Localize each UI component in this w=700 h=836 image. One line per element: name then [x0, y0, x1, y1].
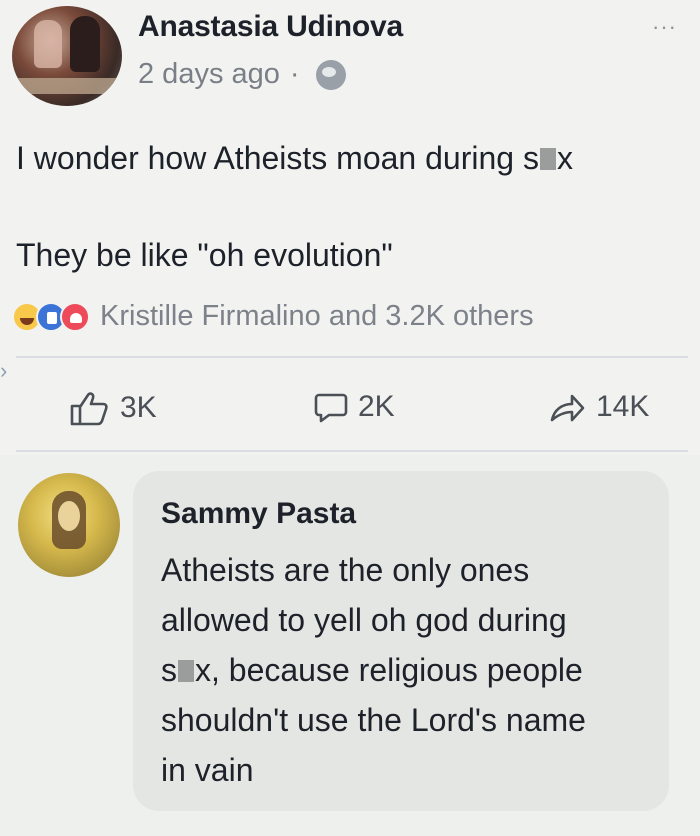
meta-separator: ·	[289, 58, 300, 90]
censor-block	[178, 660, 194, 682]
reactions-divider	[16, 356, 688, 358]
post-text-line-1: I wonder how Atheists moan during s x	[16, 140, 573, 177]
reactions-summary[interactable]: Kristille Firmalino and 3.2K others	[12, 300, 534, 333]
post-author-name[interactable]: Anastasia Udinova	[138, 10, 403, 44]
post-meta: 2 days ago ·	[138, 58, 346, 91]
commenter-avatar[interactable]	[18, 473, 120, 577]
thumbs-up-icon	[70, 392, 108, 426]
share-icon	[550, 394, 585, 422]
comment-line-3-end: x, because religious people	[195, 652, 583, 688]
share-count: 14K	[596, 390, 650, 423]
comment-row: Sammy Pasta Atheists are the only ones a…	[0, 465, 700, 825]
avatar-caption-band	[12, 78, 122, 94]
like-count: 3K	[120, 391, 157, 424]
post-card: Anastasia Udinova 2 days ago · ··· I won…	[0, 0, 700, 455]
comment-text: Atheists are the only ones allowed to ye…	[161, 545, 661, 795]
comment-line-3: s x, because religious people	[161, 645, 661, 695]
comment-line-3-start: s	[161, 652, 177, 688]
comment-line-5: in vain	[161, 752, 254, 788]
more-options-icon[interactable]: ···	[652, 14, 677, 40]
love-reaction-icon	[60, 301, 90, 332]
comment-bubble: Sammy Pasta Atheists are the only ones a…	[133, 471, 669, 811]
post-actions-bar: 3K 2K 14K	[0, 372, 700, 442]
actions-divider	[16, 450, 688, 452]
avatar-figure-right	[70, 16, 100, 72]
comment-button[interactable]: 2K	[314, 390, 395, 424]
post-text-line-1-end: x	[556, 140, 573, 176]
share-button[interactable]: 14K	[548, 390, 649, 424]
post-timestamp[interactable]: 2 days ago	[138, 58, 280, 91]
globe-icon[interactable]	[315, 59, 346, 90]
comment-icon	[314, 393, 348, 423]
comment-line-4: shouldn't use the Lord's name	[161, 702, 586, 738]
censor-block	[539, 148, 556, 170]
post-text-line-1-start: I wonder how Atheists moan during s	[16, 140, 539, 176]
post-text-line-2: They be like "oh evolution"	[16, 237, 393, 273]
comment-count: 2K	[358, 390, 395, 423]
comment-line-1: Atheists are the only ones	[161, 552, 530, 588]
avatar-face	[58, 501, 80, 531]
reactions-text[interactable]: Kristille Firmalino and 3.2K others	[100, 300, 534, 333]
author-avatar[interactable]	[12, 6, 122, 106]
avatar-figure-left	[34, 20, 62, 68]
commenter-name[interactable]: Sammy Pasta	[161, 497, 356, 531]
like-button[interactable]: 3K	[68, 390, 157, 426]
comment-line-2: allowed to yell oh god during	[161, 602, 567, 638]
